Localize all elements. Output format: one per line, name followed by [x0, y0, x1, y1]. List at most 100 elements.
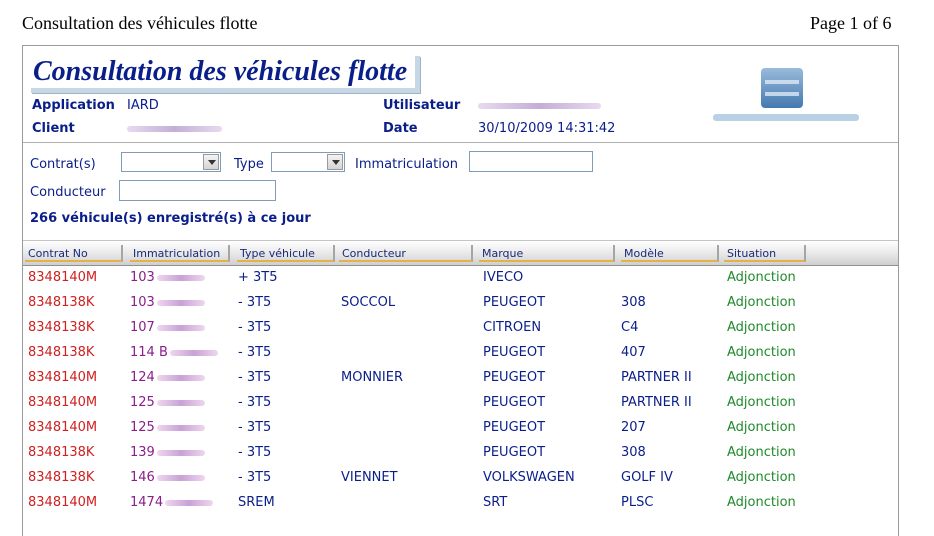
column-header-marque[interactable]: Marque: [479, 245, 615, 262]
cell-type: - 3T5: [238, 420, 272, 435]
cell-contrat[interactable]: 8348140M: [28, 495, 97, 510]
cell-immatriculation[interactable]: 124: [130, 370, 205, 385]
table-row[interactable]: 8348140M 103 + 3T5 IVECO Adjonction: [23, 266, 898, 291]
cell-type: - 3T5: [238, 395, 272, 410]
cell-type: - 3T5: [238, 370, 272, 385]
cell-modele: PLSC: [621, 495, 654, 510]
column-header-immatriculation[interactable]: Immatriculation: [130, 245, 230, 262]
table-row[interactable]: 8348140M 125 - 3T5 PEUGEOT PARTNER II Ad…: [23, 391, 898, 416]
cell-contrat[interactable]: 8348140M: [28, 270, 97, 285]
immatriculation-filter-label: Immatriculation: [355, 157, 459, 172]
table-row[interactable]: 8348140M 1474 SREM SRT PLSC Adjonction: [23, 491, 898, 516]
date-label: Date: [383, 121, 418, 136]
cell-marque: CITROEN: [483, 320, 542, 335]
cell-immatriculation[interactable]: 125: [130, 420, 205, 435]
cell-immatriculation[interactable]: 1474: [130, 495, 214, 510]
application-label: Application: [32, 98, 115, 113]
cell-contrat[interactable]: 8348138K: [28, 320, 94, 335]
cell-type: SREM: [238, 495, 275, 510]
cell-marque: PEUGEOT: [483, 345, 546, 360]
page-title: Consultation des véhicules flotte: [33, 56, 408, 87]
cell-immatriculation[interactable]: 146: [130, 470, 205, 485]
header-divider: [23, 142, 898, 143]
cell-contrat[interactable]: 8348140M: [28, 420, 97, 435]
table-row[interactable]: 8348140M 124 - 3T5 MONNIER PEUGEOT PARTN…: [23, 366, 898, 391]
cell-marque: PEUGEOT: [483, 395, 546, 410]
cell-modele: 308: [621, 445, 646, 460]
cell-contrat[interactable]: 8348138K: [28, 345, 94, 360]
conducteur-input[interactable]: [119, 180, 276, 201]
cell-modele: 207: [621, 420, 646, 435]
cell-modele: PARTNER II: [621, 370, 692, 385]
table-row[interactable]: 8348138K 114 B - 3T5 PEUGEOT 407 Adjonct…: [23, 341, 898, 366]
table-row[interactable]: 8348138K 103 - 3T5 SOCCOL PEUGEOT 308 Ad…: [23, 291, 898, 316]
cell-immatriculation[interactable]: 103: [130, 270, 205, 285]
cell-situation: Adjonction: [727, 470, 796, 485]
cell-marque: VOLKSWAGEN: [483, 470, 575, 485]
cell-marque: IVECO: [483, 270, 524, 285]
company-logo-icon: [713, 68, 859, 121]
table-row[interactable]: 8348138K 146 - 3T5 VIENNET VOLKSWAGEN GO…: [23, 466, 898, 491]
cell-type: - 3T5: [238, 445, 272, 460]
client-label: Client: [32, 121, 75, 136]
cell-situation: Adjonction: [727, 420, 796, 435]
cell-situation: Adjonction: [727, 395, 796, 410]
cell-immatriculation[interactable]: 114 B: [130, 345, 218, 360]
type-filter-label: Type: [234, 157, 264, 172]
cell-immatriculation[interactable]: 103: [130, 295, 205, 310]
contrat-filter-label: Contrat(s): [30, 157, 96, 172]
cell-marque: PEUGEOT: [483, 295, 546, 310]
application-value: IARD: [127, 98, 159, 113]
cell-modele: 308: [621, 295, 646, 310]
cell-situation: Adjonction: [727, 495, 796, 510]
contrat-select[interactable]: [121, 152, 221, 172]
immatriculation-input[interactable]: [469, 151, 593, 172]
column-header-type[interactable]: Type véhicule: [237, 245, 335, 262]
table-row[interactable]: 8348138K 139 - 3T5 PEUGEOT 308 Adjonctio…: [23, 441, 898, 466]
vehicle-count: 266 véhicule(s) enregistré(s) à ce jour: [30, 211, 311, 226]
cell-marque: PEUGEOT: [483, 445, 546, 460]
type-select[interactable]: [271, 152, 345, 172]
chevron-down-icon[interactable]: [203, 154, 219, 170]
cell-situation: Adjonction: [727, 345, 796, 360]
utilisateur-value-redacted: [478, 103, 601, 109]
cell-conducteur: SOCCOL: [341, 295, 396, 310]
cell-modele: PARTNER II: [621, 395, 692, 410]
cell-situation: Adjonction: [727, 445, 796, 460]
column-header-situation[interactable]: Situation: [724, 245, 806, 262]
cell-immatriculation[interactable]: 139: [130, 445, 205, 460]
column-header-contrat[interactable]: Contrat No: [25, 245, 123, 262]
cell-marque: SRT: [483, 495, 508, 510]
chevron-down-icon[interactable]: [327, 154, 343, 170]
cell-type: - 3T5: [238, 295, 272, 310]
cell-immatriculation[interactable]: 125: [130, 395, 205, 410]
print-title: Consultation des véhicules flotte: [22, 13, 258, 33]
table-row[interactable]: 8348138K 107 - 3T5 CITROEN C4 Adjonction: [23, 316, 898, 341]
report-frame: Consultation des véhicules flotte Applic…: [22, 45, 899, 536]
cell-type: - 3T5: [238, 320, 272, 335]
vehicle-table-body: 8348140M 103 + 3T5 IVECO Adjonction 8348…: [23, 266, 898, 516]
cell-marque: PEUGEOT: [483, 420, 546, 435]
cell-type: - 3T5: [238, 470, 272, 485]
cell-modele: GOLF IV: [621, 470, 673, 485]
cell-contrat[interactable]: 8348138K: [28, 295, 94, 310]
conducteur-filter-label: Conducteur: [30, 185, 106, 200]
cell-situation: Adjonction: [727, 295, 796, 310]
page-indicator: Page 1 of 6: [810, 13, 892, 33]
cell-situation: Adjonction: [727, 320, 796, 335]
cell-situation: Adjonction: [727, 370, 796, 385]
table-row[interactable]: 8348140M 125 - 3T5 PEUGEOT 207 Adjonctio…: [23, 416, 898, 441]
cell-immatriculation[interactable]: 107: [130, 320, 205, 335]
cell-contrat[interactable]: 8348140M: [28, 370, 97, 385]
cell-contrat[interactable]: 8348138K: [28, 445, 94, 460]
cell-contrat[interactable]: 8348140M: [28, 395, 97, 410]
column-header-modele[interactable]: Modèle: [621, 245, 719, 262]
cell-contrat[interactable]: 8348138K: [28, 470, 94, 485]
client-value-redacted: [127, 126, 222, 132]
cell-modele: 407: [621, 345, 646, 360]
table-header: Contrat No Immatriculation Type véhicule…: [23, 240, 898, 266]
cell-conducteur: MONNIER: [341, 370, 403, 385]
column-header-conducteur[interactable]: Conducteur: [339, 245, 473, 262]
cell-type: + 3T5: [238, 270, 278, 285]
cell-modele: C4: [621, 320, 639, 335]
